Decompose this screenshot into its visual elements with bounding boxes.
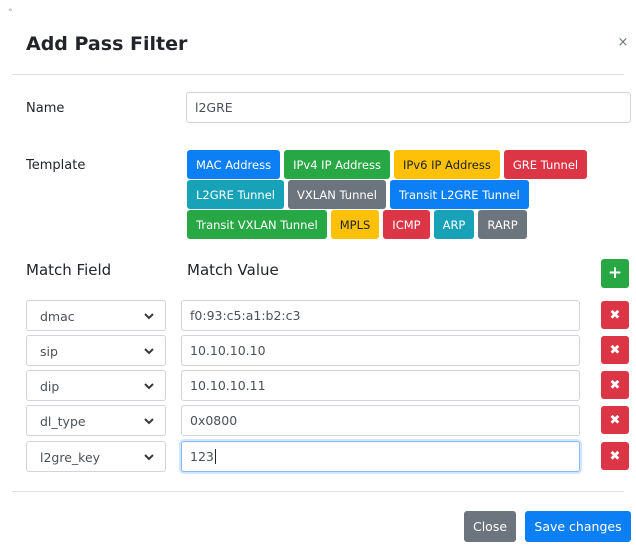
match-row: l2gre_key 123 ✖ <box>26 441 630 472</box>
match-field-value: dl_type <box>40 414 86 429</box>
match-field-value: dip <box>40 379 60 394</box>
match-value-text: f0:93:c5:a1:b2:c3 <box>190 308 301 323</box>
add-match-row-button[interactable]: + <box>601 259 629 288</box>
match-value-input[interactable]: 10.10.10.11 <box>181 370 580 401</box>
footer-divider <box>12 491 624 492</box>
close-icon: ✖ <box>609 377 621 393</box>
match-row: dip 10.10.10.11 ✖ <box>26 370 630 401</box>
close-icon: ✖ <box>609 412 621 428</box>
save-changes-button[interactable]: Save changes <box>525 511 631 542</box>
template-row-2: L2GRE Tunnel VXLAN Tunnel Transit L2GRE … <box>187 180 529 209</box>
template-l2gre-tunnel-button[interactable]: L2GRE Tunnel <box>187 180 284 209</box>
template-label: Template <box>26 158 86 173</box>
name-input[interactable] <box>186 92 631 123</box>
template-transit-l2gre-tunnel-button[interactable]: Transit L2GRE Tunnel <box>389 180 529 209</box>
chevron-down-icon <box>144 348 154 355</box>
template-ipv4-address-button[interactable]: IPv4 IP Address <box>284 150 390 179</box>
dialog-title: Add Pass Filter <box>26 33 188 55</box>
match-value-input[interactable]: 0x0800 <box>181 405 580 436</box>
match-value-text: 0x0800 <box>190 413 238 428</box>
template-ipv6-address-button[interactable]: IPv6 IP Address <box>393 150 500 179</box>
match-field-value: sip <box>40 344 58 359</box>
match-value-text: 10.10.10.10 <box>190 343 266 358</box>
text-cursor <box>214 449 216 464</box>
chevron-down-icon <box>144 313 154 320</box>
chevron-down-icon <box>144 454 154 461</box>
template-transit-vxlan-tunnel-button[interactable]: Transit VXLAN Tunnel <box>187 210 327 239</box>
close-icon: ✖ <box>609 342 621 358</box>
match-value-text: 10.10.10.11 <box>190 378 266 393</box>
template-rarp-button[interactable]: RARP <box>478 210 527 239</box>
delete-row-button[interactable]: ✖ <box>601 442 629 470</box>
match-value-input[interactable]: f0:93:c5:a1:b2:c3 <box>181 300 580 331</box>
delete-row-button[interactable]: ✖ <box>601 301 629 329</box>
close-icon[interactable]: × <box>616 36 630 50</box>
match-value-input[interactable]: 10.10.10.10 <box>181 335 580 366</box>
match-row: dl_type 0x0800 ✖ <box>26 405 630 436</box>
close-icon: ✖ <box>609 448 621 464</box>
template-arp-button[interactable]: ARP <box>433 210 475 239</box>
template-row-1: MAC Address IPv4 IP Address IPv6 IP Addr… <box>187 150 588 179</box>
name-label: Name <box>26 101 65 116</box>
match-field-value: l2gre_key <box>40 450 101 465</box>
header-divider <box>12 74 624 75</box>
close-button[interactable]: Close <box>464 511 516 542</box>
template-mac-address-button[interactable]: MAC Address <box>187 150 281 179</box>
template-row-3: Transit VXLAN Tunnel MPLS ICMP ARP RARP <box>187 210 527 239</box>
delete-row-button[interactable]: ✖ <box>601 371 629 399</box>
match-field-value: dmac <box>40 309 75 324</box>
delete-row-button[interactable]: ✖ <box>601 336 629 364</box>
match-field-select[interactable]: sip <box>26 335 166 366</box>
template-vxlan-tunnel-button[interactable]: VXLAN Tunnel <box>287 180 386 209</box>
match-row: dmac f0:93:c5:a1:b2:c3 ✖ <box>26 300 630 331</box>
chevron-down-icon <box>144 418 154 425</box>
match-value-input-focused[interactable]: 123 <box>181 441 580 472</box>
close-icon: ✖ <box>609 307 621 323</box>
template-mpls-button[interactable]: MPLS <box>330 210 380 239</box>
delete-row-button[interactable]: ✖ <box>601 406 629 434</box>
template-gre-tunnel-button[interactable]: GRE Tunnel <box>503 150 588 179</box>
match-row: sip 10.10.10.10 ✖ <box>26 335 630 366</box>
chevron-down-icon <box>144 383 154 390</box>
match-field-select[interactable]: l2gre_key <box>26 441 166 472</box>
template-icmp-button[interactable]: ICMP <box>383 210 430 239</box>
match-value-header: Match Value <box>187 261 279 279</box>
corner-mark: ° <box>8 8 13 18</box>
match-field-select[interactable]: dl_type <box>26 405 166 436</box>
plus-icon: + <box>607 263 623 283</box>
match-value-text: 123 <box>190 449 214 464</box>
match-field-select[interactable]: dmac <box>26 300 166 331</box>
match-field-header: Match Field <box>26 261 112 279</box>
match-field-select[interactable]: dip <box>26 370 166 401</box>
